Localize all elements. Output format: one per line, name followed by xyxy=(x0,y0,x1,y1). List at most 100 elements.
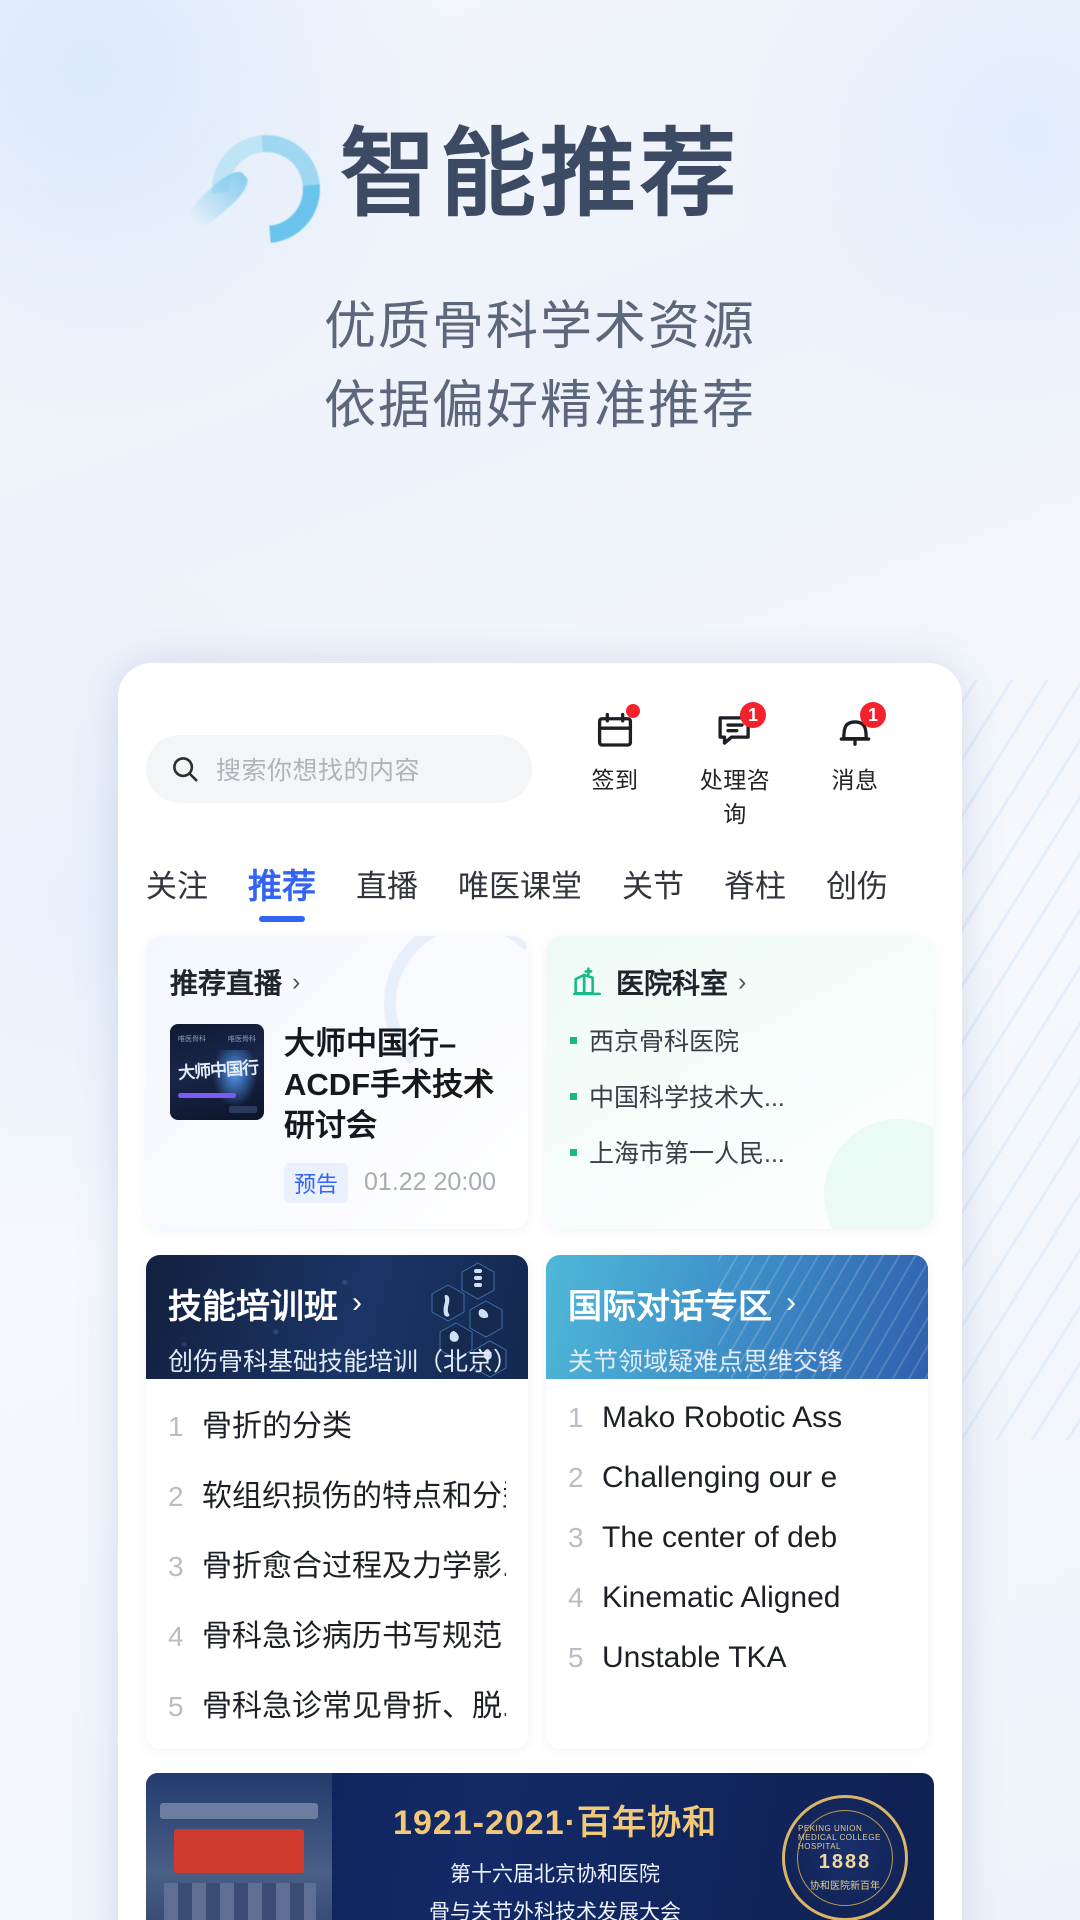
item-number: 3 xyxy=(168,1550,184,1582)
chevron-right-icon: › xyxy=(786,1286,796,1320)
thumb-corner-text-left: 唯医骨科 xyxy=(178,1036,206,1043)
consult-label: 处理咨询 xyxy=(699,767,771,827)
dept-card-header[interactable]: 医院科室 › xyxy=(570,962,910,1002)
seal-bottom-text: 协和医院新百年 xyxy=(810,1880,880,1892)
live-meta: 预告 01.22 20:00 xyxy=(284,1162,504,1203)
status-badge: 预告 xyxy=(284,1162,349,1203)
banner-text: 1921-2021·百年协和 第十六届北京协和医院 骨与关节外科技术发展大会 暨… xyxy=(346,1795,764,1920)
list-item[interactable]: 1 骨折的分类 xyxy=(168,1401,506,1445)
dept-item-label: 中国科学技术大... xyxy=(589,1084,785,1112)
item-label: 骨折愈合过程及力学影... xyxy=(202,1549,506,1583)
recommended-live-card[interactable]: 推荐直播 › 唯医骨科 唯医骨科 大师中国行 大师中国行–ACDF手术技术研讨会… xyxy=(146,936,528,1229)
live-title: 大师中国行–ACDF手术技术研讨会 xyxy=(284,1026,495,1143)
list-item[interactable]: 上海市第一人民... xyxy=(570,1134,910,1170)
chevron-right-icon: › xyxy=(292,967,301,996)
tab-follow[interactable]: 关注 xyxy=(146,861,208,920)
bullet-icon xyxy=(570,1036,577,1044)
international-dialogue-card[interactable]: 国际对话专区 › 关节领域疑难点思维交锋 1 Mako Robotic Ass … xyxy=(546,1254,928,1749)
item-label: 骨科急诊常见骨折、脱... xyxy=(202,1689,506,1723)
list-item[interactable]: 1 Mako Robotic Ass xyxy=(568,1401,906,1435)
dept-item-label: 上海市第一人民... xyxy=(589,1140,785,1168)
tab-classroom[interactable]: 唯医课堂 xyxy=(458,861,582,920)
thumb-footer-chip xyxy=(229,1106,257,1113)
tab-recommend[interactable]: 推荐 xyxy=(248,859,316,922)
live-thumbnail: 唯医骨科 唯医骨科 大师中国行 xyxy=(170,1024,264,1120)
seal-number: 1888 xyxy=(818,1850,872,1873)
international-dialogue-subtitle: 关节领域疑难点思维交锋 xyxy=(568,1347,844,1376)
checkin-label: 签到 xyxy=(591,767,639,793)
tab-live[interactable]: 直播 xyxy=(356,861,418,920)
banner-line-1: 第十六届北京协和医院 xyxy=(450,1862,660,1886)
bell-icon: 1 xyxy=(812,702,898,754)
live-card-title: 推荐直播 xyxy=(170,968,283,999)
item-label: Kinematic Aligned xyxy=(602,1580,841,1614)
gate-pillars xyxy=(164,1882,316,1920)
dept-list: 西京骨科医院 中国科学技术大... 上海市第一人民... xyxy=(570,1022,910,1170)
item-number: 3 xyxy=(568,1521,584,1553)
list-item[interactable]: 3 骨折愈合过程及力学影... xyxy=(168,1541,506,1585)
conference-banner[interactable]: 1921-2021·百年协和 第十六届北京协和医院 骨与关节外科技术发展大会 暨… xyxy=(146,1772,934,1920)
dept-item-label: 西京骨科医院 xyxy=(589,1028,740,1056)
tab-bar: 关注 推荐 直播 唯医课堂 关节 脊柱 创伤 xyxy=(118,829,962,922)
chevron-right-icon: › xyxy=(738,967,747,996)
list-item[interactable]: 4 Kinematic Aligned xyxy=(568,1581,906,1615)
consult-badge: 1 xyxy=(740,702,766,728)
item-number: 1 xyxy=(168,1410,184,1442)
live-card-body: 唯医骨科 唯医骨科 大师中国行 大师中国行–ACDF手术技术研讨会 预告 01.… xyxy=(170,1024,504,1203)
tab-joint[interactable]: 关节 xyxy=(622,861,684,920)
gate-roof xyxy=(160,1802,318,1819)
live-time: 01.22 20:00 xyxy=(364,1168,497,1197)
item-number: 5 xyxy=(568,1641,584,1673)
chat-icon: 1 xyxy=(692,702,778,754)
item-label: 软组织损伤的特点和分型 xyxy=(202,1479,506,1513)
list-item[interactable]: 中国科学技术大... xyxy=(570,1078,910,1114)
checkin-button[interactable]: 签到 xyxy=(572,704,658,795)
list-item[interactable]: 2 软组织损伤的特点和分型 xyxy=(168,1471,506,1515)
thumb-accent-bar xyxy=(178,1093,236,1098)
live-card-header[interactable]: 推荐直播 › xyxy=(170,962,504,1002)
item-label: Unstable TKA xyxy=(602,1640,787,1674)
consult-button[interactable]: 1 处理咨询 xyxy=(692,702,778,829)
list-item[interactable]: 5 骨科急诊常见骨折、脱... xyxy=(168,1681,506,1725)
international-dialogue-title-row: 国际对话专区 › xyxy=(568,1279,906,1328)
chevron-right-icon: › xyxy=(352,1286,362,1320)
tab-spine[interactable]: 脊柱 xyxy=(724,861,786,920)
gate-plaque xyxy=(174,1828,304,1873)
app-screen: 搜索你想找的内容 签到 1 处理咨询 1 消息 关注 推荐 直播 唯医课堂 关节… xyxy=(118,663,962,1920)
skills-training-title: 技能培训班 xyxy=(168,1287,338,1326)
list-item[interactable]: 5 Unstable TKA xyxy=(568,1641,906,1675)
list-item[interactable]: 3 The center of deb xyxy=(568,1521,906,1555)
skills-training-card[interactable]: 技能培训班 › 创伤骨科基础技能培训（北京） 1 骨折的分类 2 软组织损伤的特… xyxy=(146,1254,528,1749)
bullet-icon xyxy=(570,1148,577,1156)
list-item[interactable]: 西京骨科医院 xyxy=(570,1022,910,1058)
skills-training-header[interactable]: 技能培训班 › 创伤骨科基础技能培训（北京） xyxy=(146,1254,528,1379)
item-label: Mako Robotic Ass xyxy=(602,1400,843,1434)
tab-trauma[interactable]: 创伤 xyxy=(826,861,888,920)
course-cards-row: 技能培训班 › 创伤骨科基础技能培训（北京） 1 骨折的分类 2 软组织损伤的特… xyxy=(118,1229,962,1749)
search-input[interactable]: 搜索你想找的内容 xyxy=(146,734,532,803)
hospital-department-card[interactable]: 医院科室 › 西京骨科医院 中国科学技术大... 上海市第一人民... xyxy=(546,936,934,1229)
list-item[interactable]: 4 骨科急诊病历书写规范 xyxy=(168,1611,506,1655)
search-icon xyxy=(170,754,200,784)
hero-subtitle: 优质骨科学术资源 依据偏好精准推荐 xyxy=(0,288,1080,446)
thumb-corner-text-right: 唯医骨科 xyxy=(228,1036,256,1043)
item-number: 4 xyxy=(168,1620,184,1652)
item-number: 5 xyxy=(168,1690,184,1722)
phone-mockup: 搜索你想找的内容 签到 1 处理咨询 1 消息 关注 推荐 直播 唯医课堂 关节… xyxy=(118,663,962,1920)
list-item[interactable]: 2 Challenging our e xyxy=(568,1461,906,1495)
hospital-icon xyxy=(570,965,604,999)
hospital-seal-icon: PEKING UNION MEDICAL COLLEGE HOSPITAL 18… xyxy=(782,1794,908,1920)
hero-subtitle-line-2: 依据偏好精准推荐 xyxy=(323,376,756,435)
international-dialogue-header[interactable]: 国际对话专区 › 关节领域疑难点思维交锋 xyxy=(546,1254,928,1379)
item-label: 骨折的分类 xyxy=(202,1409,352,1443)
hero-section: 智能推荐 优质骨科学术资源 依据偏好精准推荐 xyxy=(0,0,1080,446)
header-actions: 签到 1 处理咨询 1 消息 xyxy=(572,702,898,829)
dept-card-title: 医院科室 xyxy=(616,968,729,999)
messages-button[interactable]: 1 消息 xyxy=(812,702,898,795)
item-label: 骨科急诊病历书写规范 xyxy=(202,1619,502,1653)
bullet-icon xyxy=(570,1092,577,1100)
item-number: 4 xyxy=(568,1581,584,1613)
seal-top-text: PEKING UNION MEDICAL COLLEGE HOSPITAL xyxy=(798,1823,881,1851)
skills-training-list: 1 骨折的分类 2 软组织损伤的特点和分型 3 骨折愈合过程及力学影... 4 … xyxy=(146,1379,528,1749)
messages-label: 消息 xyxy=(831,767,879,793)
